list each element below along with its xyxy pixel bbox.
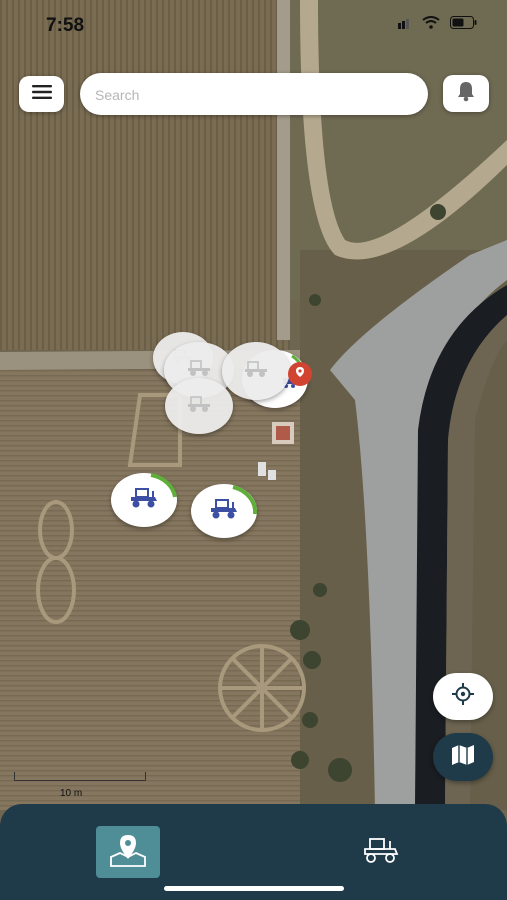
locate-me-button[interactable] [433, 673, 493, 720]
tractor-cluster-item[interactable] [222, 342, 290, 400]
map-pin-icon [109, 833, 147, 872]
map-layers-icon [451, 744, 475, 771]
bottom-tab-bar [0, 804, 507, 900]
satellite-map[interactable] [0, 0, 507, 900]
crosshair-icon [451, 682, 475, 711]
alert-pin-icon [294, 365, 306, 383]
map-scale-label: 10 m [60, 788, 83, 799]
tractor-icon [243, 360, 269, 383]
tractor-marker-1[interactable] [111, 473, 177, 527]
notifications-button[interactable] [443, 75, 489, 112]
menu-button[interactable] [19, 76, 64, 112]
menu-icon [31, 84, 52, 104]
tractor-icon [362, 837, 400, 868]
home-indicator [164, 886, 344, 891]
tractor-icon [186, 395, 212, 418]
search-input[interactable] [93, 73, 397, 117]
search-bar[interactable] [80, 73, 428, 117]
battery-icon [450, 16, 477, 34]
tractor-marker-2[interactable] [191, 484, 257, 538]
status-time: 7:58 [46, 15, 85, 36]
status-bar: 7:58 [0, 0, 507, 54]
cellular-icon [398, 16, 412, 34]
tractor-cluster-item[interactable] [165, 378, 233, 434]
tab-map[interactable] [96, 826, 160, 878]
alert-pin[interactable] [288, 362, 312, 386]
tab-fleet[interactable] [353, 832, 409, 872]
map-type-button[interactable] [433, 733, 493, 781]
map-scale-bar [14, 772, 146, 781]
bell-icon [455, 80, 477, 107]
wifi-icon [422, 16, 440, 34]
status-icons [398, 16, 477, 34]
